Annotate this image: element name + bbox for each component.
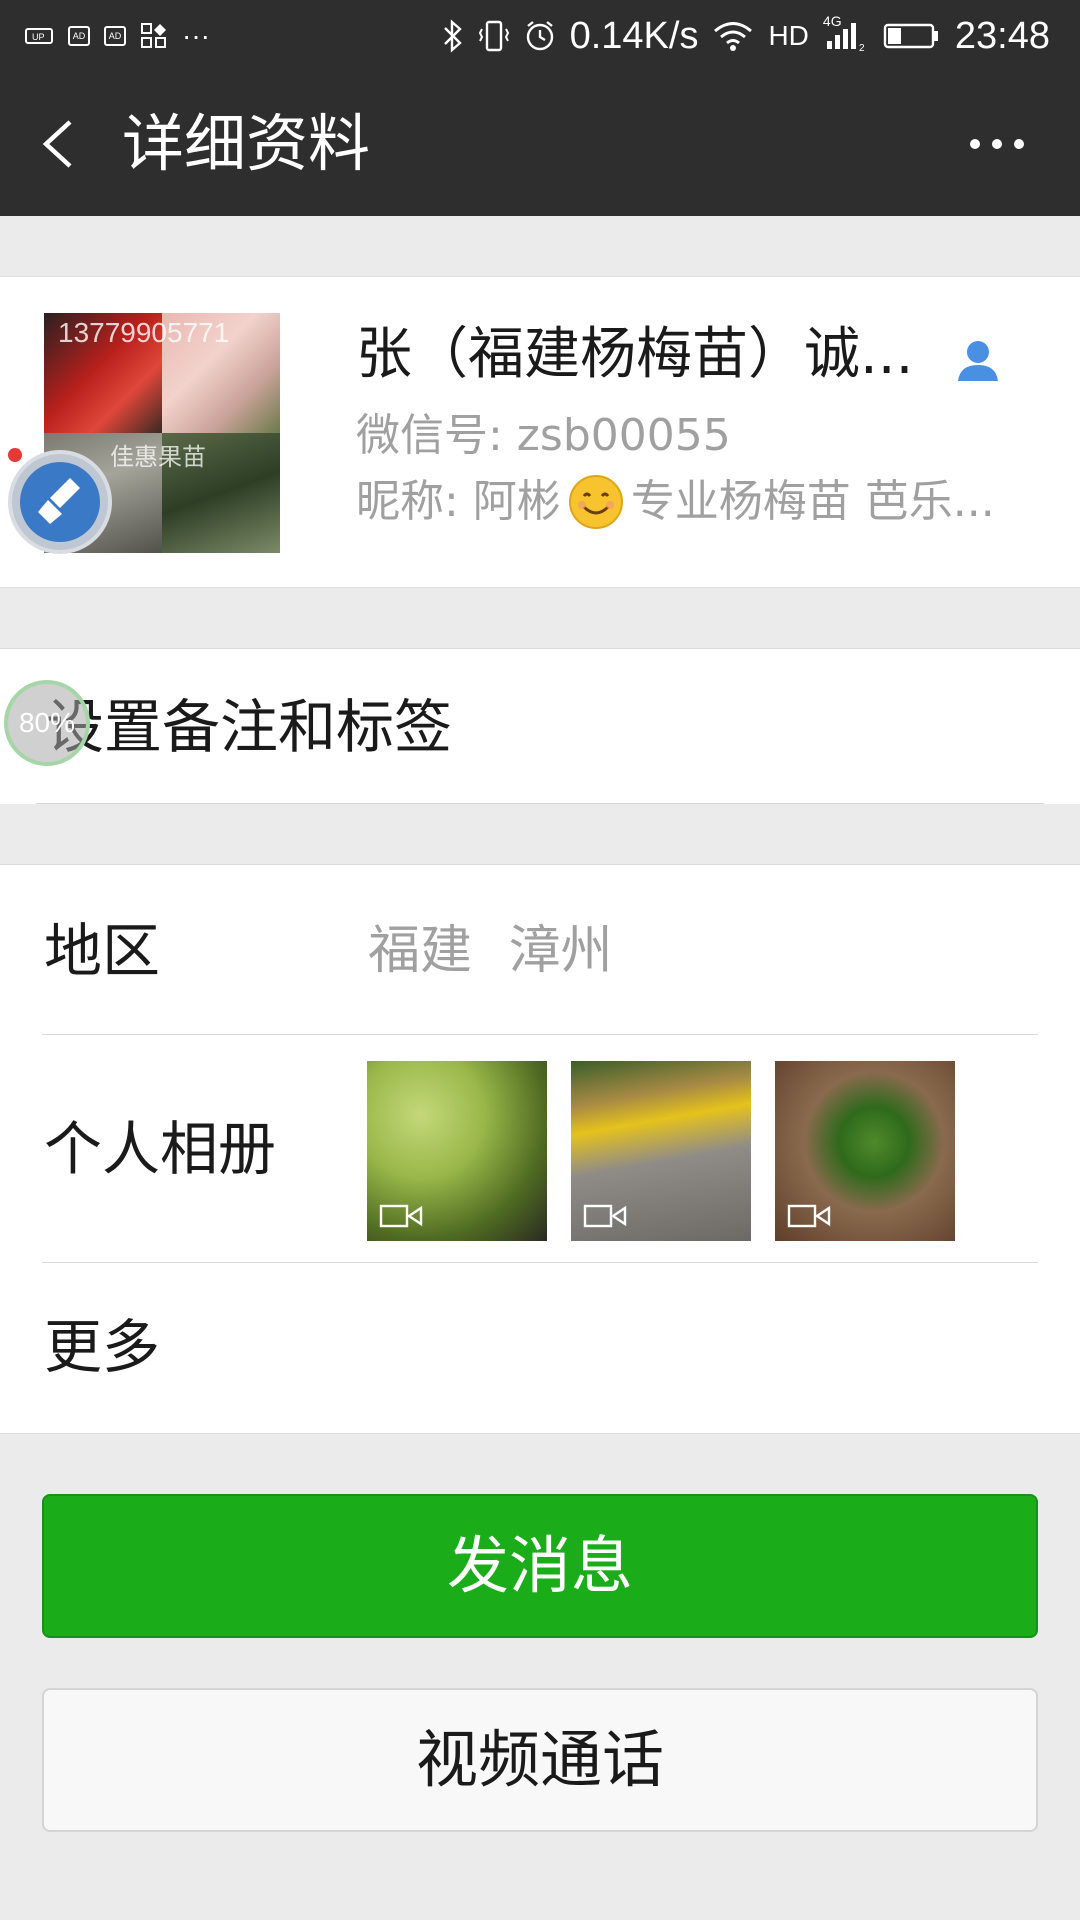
notification-dot <box>8 448 22 462</box>
video-icon <box>787 1204 831 1228</box>
nickname-suffix: 专业杨梅苗 芭乐... <box>630 476 995 527</box>
region-label: 地区 <box>44 917 161 985</box>
divider <box>36 803 1044 804</box>
floating-cleaner-ball[interactable] <box>8 450 112 554</box>
info-section: 地区 福建 漳州 个人相册 更多 <box>0 864 1080 1434</box>
status-bar: UP AD AD ··· 0.14K/s HD 4G 2 23:48 <box>0 0 1080 72</box>
more-button[interactable] <box>968 132 1026 156</box>
nickname: 昵称: 阿彬 专业杨梅苗 芭乐... <box>356 473 995 531</box>
send-message-button[interactable]: 发消息 <box>42 1494 1038 1638</box>
nickname-prefix: 昵称: 阿彬 <box>356 476 561 527</box>
ad-icon: AD <box>68 26 90 46</box>
contact-name: 张（福建杨梅苗）诚... <box>356 322 914 387</box>
region-value: 福建 漳州 <box>368 921 613 981</box>
apps-icon <box>140 22 168 50</box>
remark-and-tags-label: 设置备注和标签 <box>46 693 453 761</box>
network-type: 4G <box>822 13 842 29</box>
notification-icon: UP <box>24 24 54 48</box>
video-call-button[interactable]: 视频通话 <box>42 1688 1038 1832</box>
album-thumbnail-guava[interactable] <box>367 1061 547 1241</box>
wechat-id: 微信号: zsb00055 <box>356 410 731 461</box>
bluetooth-icon <box>442 19 464 53</box>
net-speed: 0.14K/s <box>569 14 699 57</box>
album-label: 个人相册 <box>44 1115 277 1183</box>
region-row: 地区 福建 漳州 <box>0 865 1080 1035</box>
progress-badge[interactable]: 80% <box>4 680 90 766</box>
svg-text:UP: UP <box>32 32 45 42</box>
status-bar-left: UP AD AD ··· <box>24 20 210 52</box>
album-thumbnail-basket[interactable] <box>571 1061 751 1241</box>
more-row[interactable]: 更多 <box>0 1263 1080 1435</box>
clock: 23:48 <box>954 14 1050 57</box>
svg-text:2: 2 <box>859 43 865 53</box>
album-row[interactable]: 个人相册 <box>0 1035 1080 1263</box>
hd-indicator: HD <box>768 20 809 51</box>
navigation-bar: 详细资料 <box>0 72 1080 216</box>
smile-emoji-icon <box>567 473 625 531</box>
more-dots-icon <box>970 139 1024 149</box>
alarm-icon <box>524 19 556 53</box>
video-icon <box>583 1204 627 1228</box>
status-bar-right: 0.14K/s HD 4G 2 23:48 <box>442 13 1050 58</box>
chevron-left-icon <box>42 120 72 168</box>
avatar-phone-text: 13779905771 <box>58 317 230 348</box>
back-button[interactable] <box>36 118 82 170</box>
more-label: 更多 <box>44 1313 161 1381</box>
avatar-brand-text: 佳惠果苗 <box>110 443 206 471</box>
remark-and-tags-row[interactable]: 设置备注和标签 <box>0 648 1080 804</box>
page-title: 详细资料 <box>122 107 371 180</box>
contact-person-icon <box>954 337 1002 385</box>
wifi-icon <box>712 20 754 52</box>
signal-icon: 4G 2 <box>823 13 869 53</box>
vibrate-icon <box>478 19 510 53</box>
album-thumbnail-seedling[interactable] <box>775 1061 955 1241</box>
video-icon <box>379 1204 423 1228</box>
battery-icon <box>883 22 941 50</box>
more-notifications-icon: ··· <box>182 20 210 51</box>
broom-icon <box>20 462 100 542</box>
ad-icon: AD <box>104 26 126 46</box>
profile-card: 13779905771 佳惠果苗 张（福建杨梅苗）诚... 微信号: zsb00… <box>0 276 1080 588</box>
